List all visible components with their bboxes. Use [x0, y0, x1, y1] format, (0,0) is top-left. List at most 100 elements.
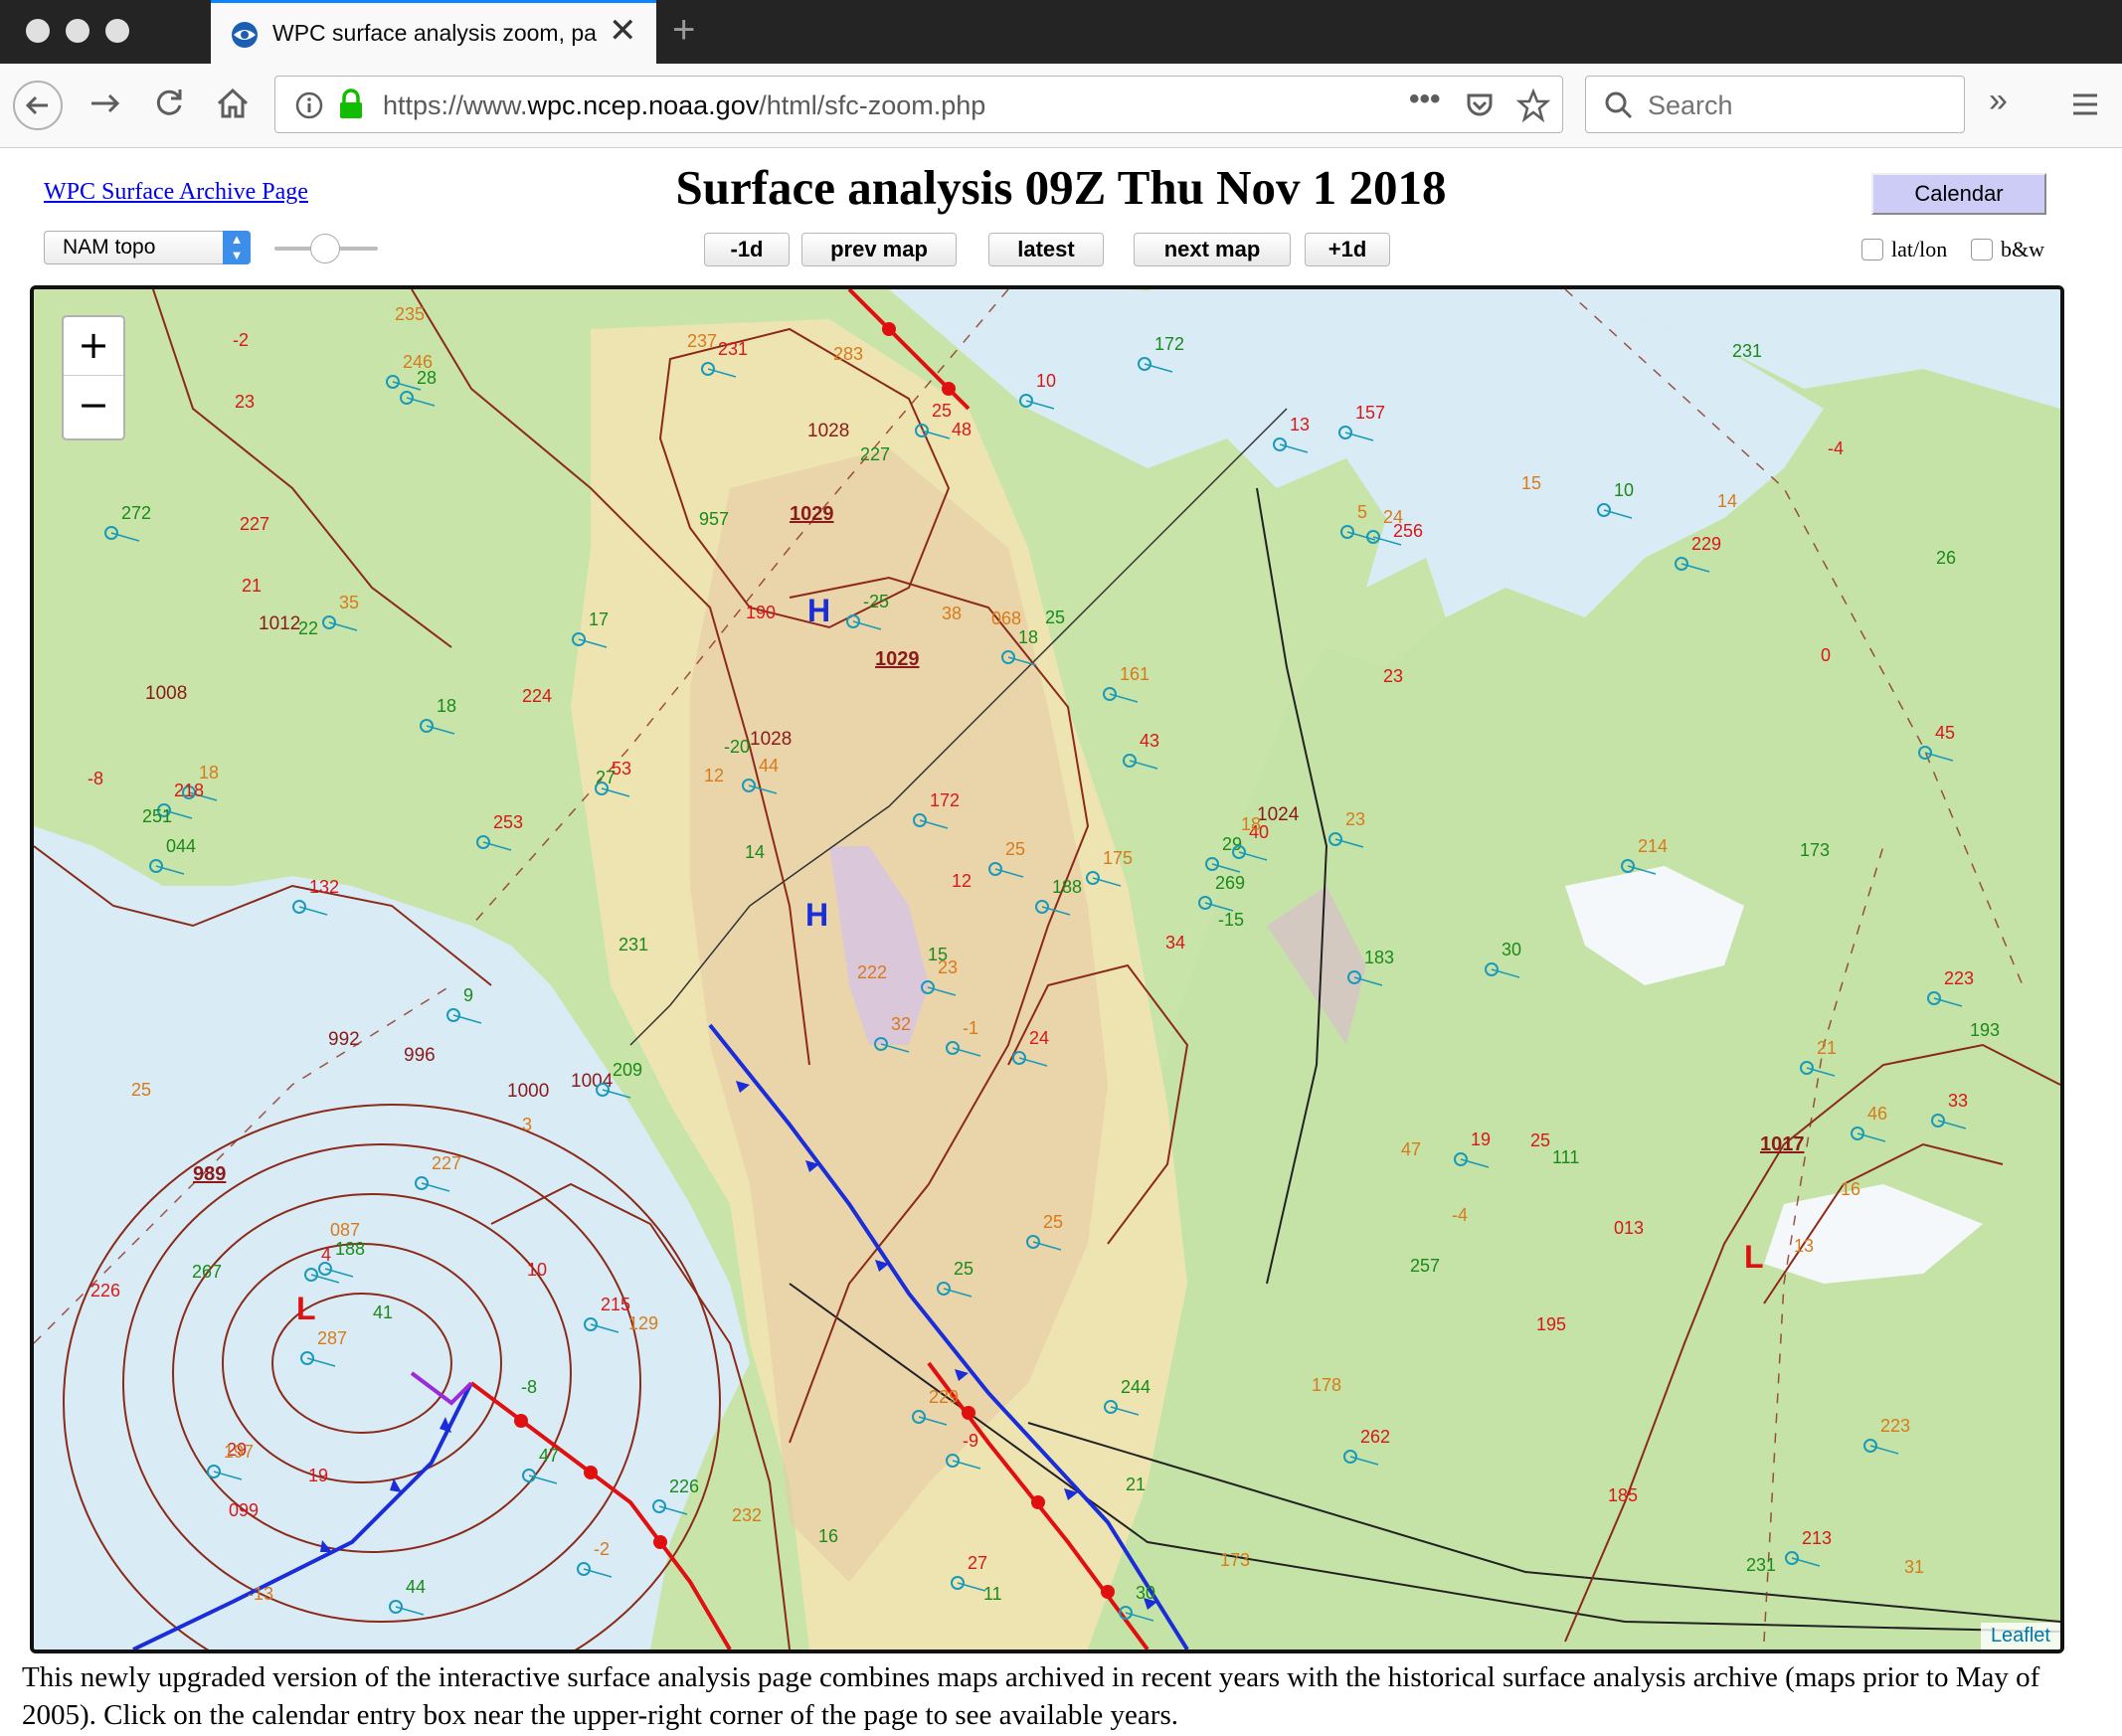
station-value: -4	[1452, 1205, 1468, 1225]
station-value: 161	[1120, 664, 1149, 684]
page-title: Surface analysis 09Z Thu Nov 1 2018	[675, 160, 1447, 215]
low-pressure-symbol-2: L	[1744, 1239, 1764, 1275]
station-value: 23	[1345, 809, 1365, 829]
next-map-button[interactable]: next map	[1134, 233, 1291, 266]
minimize-window-dot[interactable]	[66, 19, 89, 43]
station-value: 214	[1638, 836, 1668, 856]
station-value: 188	[335, 1239, 365, 1259]
station-value: 18	[1018, 627, 1038, 647]
pressure-label-1029b: 1029	[875, 648, 920, 670]
station-value: -8	[521, 1377, 537, 1397]
station-value: 185	[1608, 1485, 1638, 1505]
zoom-in-button[interactable]: +	[64, 317, 123, 376]
station-value: 23	[1383, 666, 1403, 686]
forward-button[interactable]	[84, 82, 127, 125]
station-value: 237	[687, 331, 717, 351]
url-text[interactable]: https://www.wpc.ncep.noaa.gov/html/sfc-z…	[383, 90, 985, 121]
browser-tab[interactable]: WPC surface analysis zoom, pa ✕	[211, 0, 656, 66]
lock-icon[interactable]	[337, 88, 365, 120]
prev-map-button[interactable]: prev map	[801, 233, 957, 266]
station-value: 16	[1841, 1179, 1860, 1199]
station-value: -4	[1828, 438, 1844, 458]
zoom-window-dot[interactable]	[105, 19, 129, 43]
station-value: 068	[991, 608, 1021, 628]
home-icon[interactable]	[211, 82, 255, 125]
station-value: 175	[1103, 848, 1133, 868]
station-value: 13	[1794, 1236, 1814, 1256]
info-icon[interactable]	[295, 91, 323, 119]
search-bar[interactable]: Search	[1585, 76, 1965, 133]
zoom-control: + −	[62, 315, 125, 440]
leaflet-attribution-link[interactable]: Leaflet	[1980, 1623, 2060, 1649]
station-value: 17	[589, 609, 609, 629]
latest-button[interactable]: latest	[988, 233, 1104, 266]
station-value: 215	[601, 1295, 630, 1314]
station-value: 38	[942, 604, 962, 623]
station-value: 25	[932, 401, 952, 421]
station-value: 10	[1036, 371, 1056, 391]
station-value: 53	[612, 759, 631, 779]
station-value: 227	[240, 514, 269, 534]
station-value: 195	[1536, 1314, 1566, 1334]
station-value: 087	[330, 1220, 360, 1240]
station-value: 256	[1393, 521, 1423, 541]
opacity-slider-thumb[interactable]	[310, 234, 340, 263]
high-pressure-symbol: H	[805, 897, 828, 933]
station-value: 157	[1355, 403, 1385, 423]
station-value: 173	[1800, 840, 1830, 860]
surface-analysis-map[interactable]: H H L L 1029 1029 989 1017 1012 1008 102…	[30, 285, 2064, 1653]
reload-icon[interactable]	[147, 82, 191, 125]
latlon-checkbox[interactable]	[1861, 239, 1883, 260]
footer-description: This newly upgraded version of the inter…	[22, 1661, 2040, 1731]
pocket-icon[interactable]	[1465, 90, 1495, 120]
station-value: 15	[928, 945, 948, 964]
bookmark-star-icon[interactable]	[1516, 88, 1550, 122]
station-value: 47	[539, 1446, 559, 1466]
page-actions-icon[interactable]: •••	[1409, 83, 1441, 116]
station-value: 226	[669, 1476, 699, 1496]
station-value: 25	[131, 1080, 151, 1100]
overflow-chevron-icon[interactable]: »	[1989, 82, 2008, 120]
station-value: 257	[1410, 1256, 1440, 1276]
isobar-label-1000: 1000	[507, 1081, 549, 1102]
map-type-select[interactable]: NAM topo ▲ ▼	[44, 231, 251, 264]
close-tab-icon[interactable]: ✕	[609, 11, 637, 51]
station-value: -2	[233, 330, 249, 350]
minus-1d-button[interactable]: -1d	[704, 233, 790, 266]
station-value: 13	[1290, 415, 1310, 434]
station-value: 223	[1944, 968, 1974, 988]
station-value: 23	[235, 392, 255, 412]
window-titlebar: WPC surface analysis zoom, pa ✕ +	[0, 0, 2122, 66]
station-value: 190	[746, 603, 776, 622]
station-value: -20	[724, 737, 750, 757]
address-bar[interactable]: https://www.wpc.ncep.noaa.gov/html/sfc-z…	[274, 76, 1563, 133]
station-value: 30	[1136, 1583, 1155, 1603]
station-value: 9	[463, 985, 473, 1005]
isobar-label-996: 996	[404, 1045, 436, 1066]
station-value: 132	[309, 877, 339, 897]
close-window-dot[interactable]	[26, 19, 50, 43]
zoom-out-button[interactable]: −	[64, 377, 123, 434]
station-value: 4	[321, 1245, 331, 1265]
station-value: 183	[1364, 948, 1394, 967]
bw-checkbox[interactable]	[1971, 239, 1993, 260]
station-value: -8	[88, 769, 103, 788]
station-value: 22	[298, 618, 318, 638]
station-value: 27	[968, 1553, 987, 1573]
hamburger-menu-icon[interactable]	[2070, 89, 2100, 119]
map-canvas[interactable]: H H L L 1029 1029 989 1017 1012 1008 102…	[34, 289, 2060, 1649]
station-value: 11	[983, 1584, 1002, 1604]
station-value: 209	[613, 1060, 642, 1080]
isobar-label-1008: 1008	[145, 683, 187, 704]
plus-1d-button[interactable]: +1d	[1305, 233, 1390, 266]
bw-label: b&w	[2001, 237, 2044, 261]
calendar-button[interactable]: Calendar	[1871, 173, 2046, 215]
station-value: 44	[406, 1577, 426, 1597]
station-value: 41	[373, 1302, 393, 1322]
new-tab-button[interactable]: +	[672, 8, 695, 52]
station-value: 231	[1732, 341, 1762, 361]
station-value: 45	[1935, 723, 1955, 743]
back-button[interactable]	[12, 80, 64, 131]
station-value: 269	[1215, 873, 1245, 893]
station-value: 229	[1691, 534, 1721, 554]
